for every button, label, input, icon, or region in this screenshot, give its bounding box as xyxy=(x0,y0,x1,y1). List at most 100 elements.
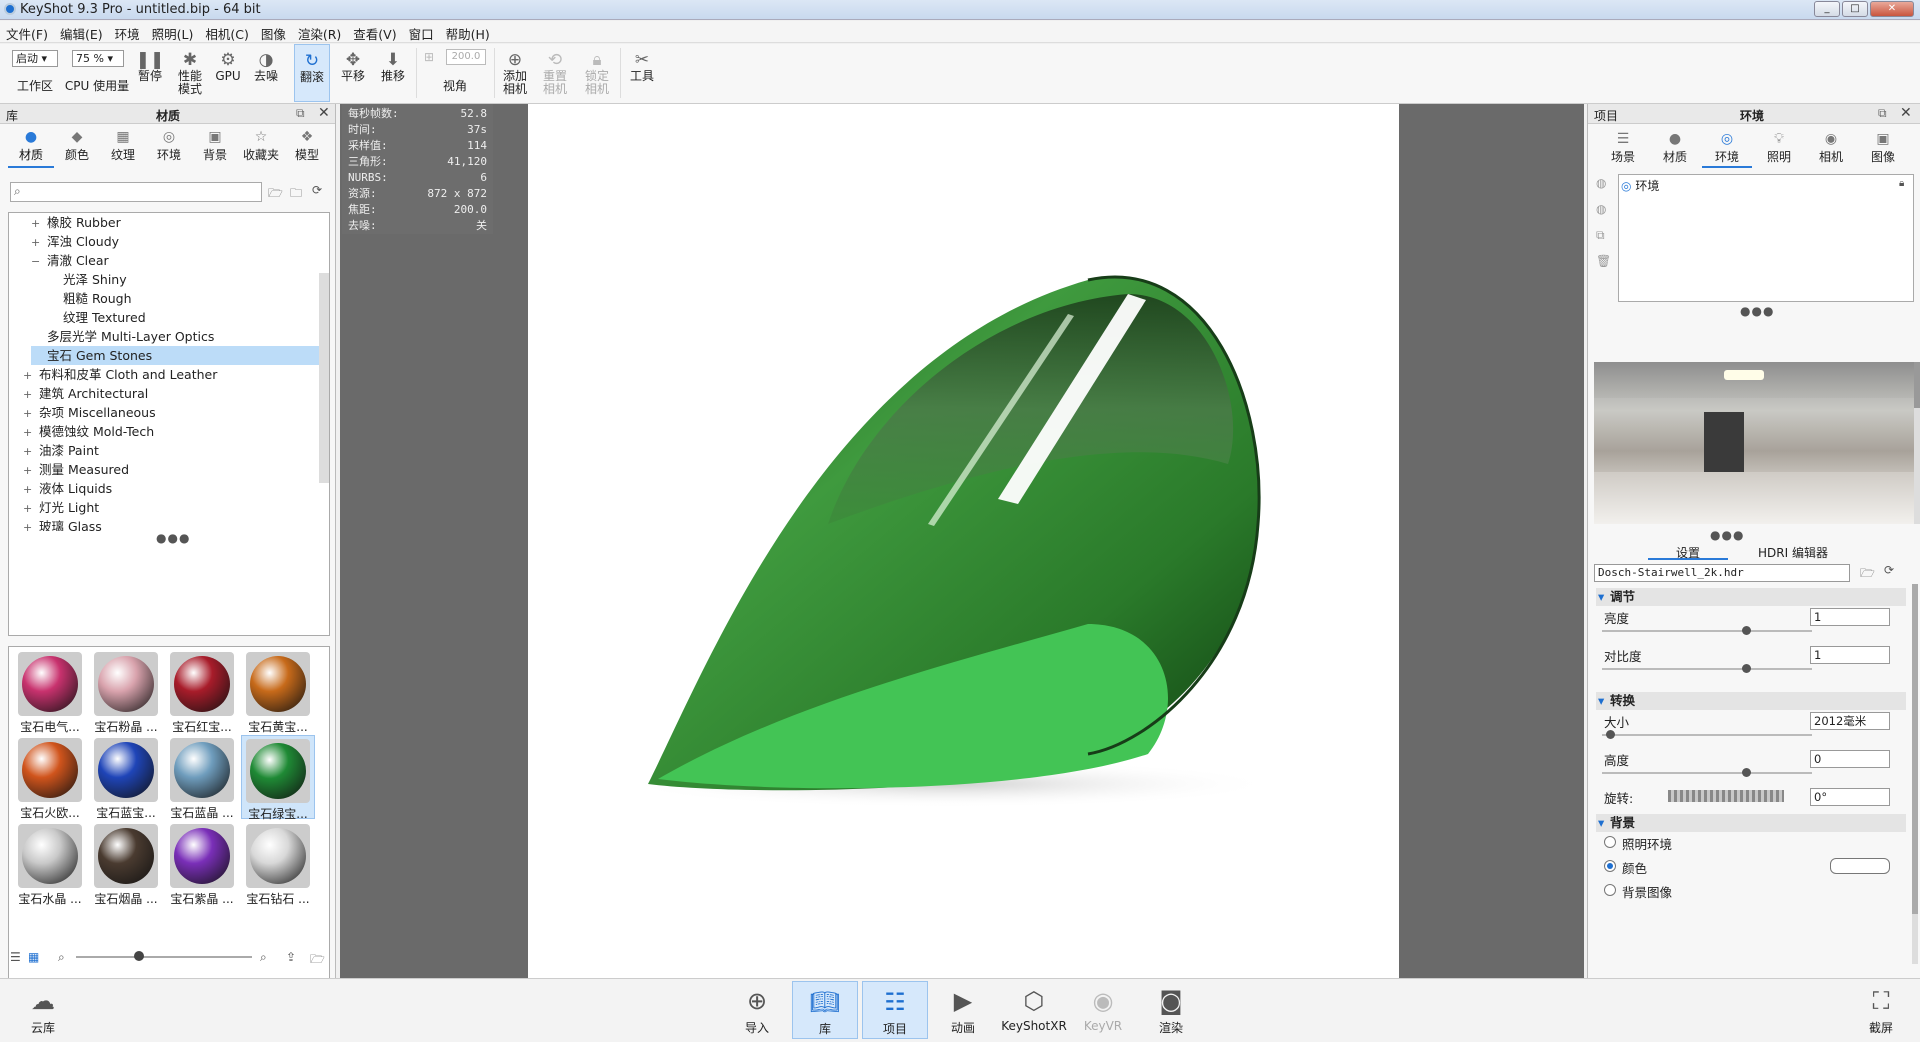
hdri-preview[interactable] xyxy=(1594,362,1914,524)
menu-window[interactable]: 窗口 xyxy=(403,21,440,43)
delete-icon[interactable]: 🗑︎ xyxy=(1596,254,1611,268)
tab-camera[interactable]: ◉ 相机 xyxy=(1806,130,1856,168)
keyshotxr-button[interactable]: ⬡ KeyShotXR xyxy=(998,981,1070,1039)
expand-icon[interactable]: + xyxy=(23,404,35,423)
tab-environments[interactable]: ◎ 环境 xyxy=(146,128,192,168)
zoom-out-icon[interactable]: ⌕ xyxy=(58,950,65,965)
collapse-icon[interactable]: − xyxy=(31,252,43,271)
menu-file[interactable]: 文件(F) xyxy=(0,21,54,43)
copy-environment-icon[interactable]: ⧉ xyxy=(1596,228,1605,243)
tree-item[interactable]: + 布料和皮革 Cloth and Leather xyxy=(23,365,329,384)
section-adjust[interactable]: 调节 ▾ xyxy=(1596,588,1906,606)
tree-item[interactable]: + 建筑 Architectural xyxy=(23,384,329,404)
dolly-button[interactable]: ⬇ 推移 xyxy=(376,44,410,102)
tree-scrollbar[interactable] xyxy=(319,273,329,483)
size-input[interactable]: 2012毫米 xyxy=(1810,712,1890,730)
material-thumbnail[interactable]: 宝石水晶 ... xyxy=(13,821,87,906)
expand-icon[interactable]: + xyxy=(23,499,35,518)
menu-edit[interactable]: 编辑(E) xyxy=(54,21,109,43)
expand-icon[interactable]: + xyxy=(31,233,43,252)
folder-open-icon[interactable]: 🗁︎ xyxy=(310,950,325,971)
tab-lighting[interactable]: 💡︎ 照明 xyxy=(1754,130,1804,168)
slider-knob[interactable] xyxy=(1742,768,1751,777)
close-panel-icon[interactable]: ✕ xyxy=(318,105,330,121)
screenshot-button[interactable]: ⛶ 截屏 xyxy=(1848,981,1914,1039)
tree-item[interactable]: 光泽 Shiny xyxy=(47,270,329,289)
contrast-input[interactable]: 1 xyxy=(1810,646,1890,664)
tab-backplates[interactable]: ▣ 背景 xyxy=(192,128,238,168)
material-thumbnail[interactable]: 宝石烟晶 ... xyxy=(89,821,163,906)
tree-item[interactable]: + 橡胶 Rubber xyxy=(31,213,329,233)
material-thumbnail[interactable]: 宝石黄宝... xyxy=(241,649,315,734)
menu-help[interactable]: 帮助(H) xyxy=(440,21,496,43)
add-camera-button[interactable]: ⊕ 添加 相机 xyxy=(498,44,532,102)
upload-icon[interactable]: ⇪ xyxy=(286,950,296,964)
maximize-button[interactable]: □ xyxy=(1842,1,1868,17)
expand-icon[interactable]: + xyxy=(23,518,35,531)
gpu-button[interactable]: ⚙ GPU xyxy=(212,44,244,102)
tab-materials[interactable]: ● 材质 xyxy=(8,128,54,168)
splitter-handle[interactable]: ●●● xyxy=(1740,304,1774,318)
thumbnail-size-slider[interactable] xyxy=(76,951,252,961)
menu-camera[interactable]: 相机(C) xyxy=(199,21,254,43)
material-thumbnail[interactable]: 宝石电气... xyxy=(13,649,87,734)
menu-image[interactable]: 图像 xyxy=(255,21,292,43)
expand-icon[interactable]: + xyxy=(23,442,35,461)
reload-icon[interactable]: ⟳ xyxy=(1884,563,1894,577)
menu-environment[interactable]: 环境 xyxy=(109,21,146,43)
performance-mode-button[interactable]: ✱ 性能 模式 xyxy=(172,44,208,102)
tree-item-selected[interactable]: 宝石 Gem Stones xyxy=(31,346,319,365)
library-button[interactable]: 📖︎ 库 xyxy=(792,981,858,1039)
expand-icon[interactable]: + xyxy=(23,461,35,480)
section-background[interactable]: 背景 ▾ xyxy=(1596,814,1906,832)
tree-item[interactable]: + 杂项 Miscellaneous xyxy=(23,403,329,423)
splitter-handle[interactable]: ●●● xyxy=(156,531,190,545)
hdri-scrollbar[interactable] xyxy=(1914,362,1920,524)
keyvr-button[interactable]: ◉ KeyVR xyxy=(1070,981,1136,1039)
render-viewport[interactable] xyxy=(528,104,1399,978)
render-button[interactable]: ◙ 渲染 xyxy=(1138,981,1204,1039)
undock-icon[interactable]: ⧉ xyxy=(296,106,305,121)
material-thumbnail[interactable]: 宝石粉晶 ... xyxy=(89,649,163,734)
slider-knob[interactable] xyxy=(1742,664,1751,673)
tree-item[interactable]: + 浑浊 Cloudy xyxy=(31,232,329,252)
subtab-hdri-editor[interactable]: HDRI 编辑器 xyxy=(1738,544,1848,560)
pan-button[interactable]: ✥ 平移 xyxy=(336,44,370,102)
tree-item[interactable]: + 模德蚀纹 Mold-Tech xyxy=(23,422,329,441)
grid-view-icon[interactable]: ▦ xyxy=(28,950,39,964)
expand-icon[interactable]: + xyxy=(31,214,43,233)
brightness-input[interactable]: 1 xyxy=(1810,608,1890,626)
expand-icon[interactable]: + xyxy=(23,385,35,404)
library-search-input[interactable]: ⌕ xyxy=(10,182,262,202)
slider-knob[interactable] xyxy=(1742,626,1751,635)
material-thumbnail[interactable]: 宝石红宝... xyxy=(165,649,239,734)
tab-favorites[interactable]: ☆ 收藏夹 xyxy=(238,128,284,168)
material-thumbnail[interactable]: 宝石绿宝... xyxy=(241,735,315,821)
folder-add-icon[interactable]: 🗀︎ xyxy=(290,184,302,205)
slider-knob[interactable] xyxy=(134,951,144,961)
slider-knob[interactable] xyxy=(1606,730,1615,739)
tools-button[interactable]: ✂ 工具 xyxy=(624,44,660,102)
rotation-input[interactable]: 0° xyxy=(1810,788,1890,806)
environment-list-item[interactable]: ◎ 环境 xyxy=(1621,177,1659,195)
tab-scene[interactable]: ☰ 场景 xyxy=(1598,130,1648,168)
tab-environment[interactable]: ◎ 环境 xyxy=(1702,130,1752,168)
folder-icon[interactable]: 🗁︎ xyxy=(268,184,283,205)
tree-item[interactable]: + 玻璃 Glass xyxy=(23,517,329,531)
tumble-button[interactable]: ↻ 翻滚 xyxy=(294,44,330,102)
tree-item[interactable]: 纹理 Textured xyxy=(47,308,329,327)
refresh-icon[interactable]: ⟳ xyxy=(312,183,322,197)
close-button[interactable]: ✕ xyxy=(1870,1,1914,17)
material-thumbnail[interactable]: 宝石火欧... xyxy=(13,735,87,820)
close-panel-icon[interactable]: ✕ xyxy=(1900,105,1912,121)
height-input[interactable]: 0 xyxy=(1810,750,1890,768)
splitter-handle[interactable]: ●●● xyxy=(1710,528,1744,542)
subtab-settings[interactable]: 设置 xyxy=(1648,544,1728,560)
import-button[interactable]: ⊕ 导入 xyxy=(724,981,790,1039)
denoise-button[interactable]: ◑ 去噪 xyxy=(250,44,282,102)
add-environment-icon[interactable]: ◍ xyxy=(1596,176,1606,190)
duplicate-environment-icon[interactable]: ◍ xyxy=(1596,202,1606,216)
project-button[interactable]: ☷ 项目 xyxy=(862,981,928,1039)
lock-camera-button[interactable]: 🔒︎ 锁定 相机 xyxy=(580,44,614,102)
material-thumbnail[interactable]: 宝石蓝宝... xyxy=(89,735,163,820)
